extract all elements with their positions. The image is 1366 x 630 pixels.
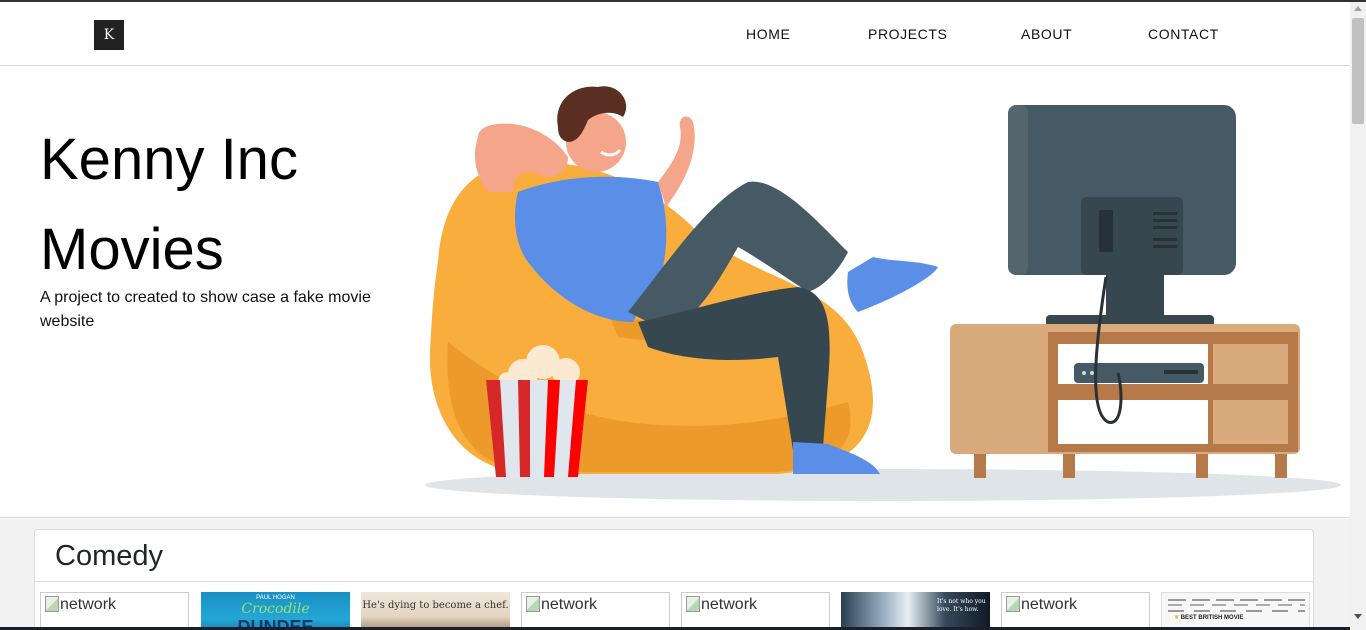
poster-5[interactable]: network [681, 592, 830, 629]
poster-alt-text: network [686, 596, 757, 614]
poster-3[interactable]: He's dying to become a chef. [361, 592, 510, 629]
poster-credits-row [1168, 599, 1305, 601]
navbar: K HOME PROJECTS ABOUT CONTACT [0, 2, 1350, 66]
nav-projects-link[interactable]: PROJECTS [868, 26, 947, 42]
hero-subtitle: A project to created to show case a fake… [40, 289, 371, 330]
scroll-up-arrow-icon[interactable] [1354, 6, 1362, 11]
laurel-icon: ❦ [1174, 615, 1180, 621]
page-scrollbar[interactable] [1350, 2, 1366, 630]
broken-image-icon [686, 596, 700, 612]
broken-image-icon [526, 596, 540, 612]
nav-about-link[interactable]: ABOUT [1021, 26, 1072, 42]
hero-section: Kenny Inc Movies A project to created to… [0, 67, 1350, 518]
poster-tagline: ❦ BEST BRITISH MOVIE [1174, 615, 1244, 621]
poster-tagline: It's not who you love. It's how. [937, 598, 986, 613]
hero-title-line-2: Movies [40, 217, 224, 282]
card-divider [35, 581, 1313, 582]
hero-title-line-1: Kenny Inc [40, 127, 298, 192]
poster-4[interactable]: network [521, 592, 670, 629]
hero-title: Kenny Inc Movies [40, 115, 298, 295]
scroll-thumb[interactable] [1352, 18, 1364, 124]
poster-6[interactable]: It's not who you love. It's how. [841, 592, 990, 629]
person-shoe-top [847, 257, 938, 312]
poster-title-script: Crocodile [241, 601, 310, 617]
poster-alt-text: network [1006, 596, 1077, 614]
broken-image-icon [1006, 596, 1020, 612]
poster-8[interactable]: ❦ BEST BRITISH MOVIE [1161, 592, 1310, 629]
poster-1[interactable]: network [40, 592, 189, 629]
comedy-card: Comedy network PAUL HOGAN Crocodile DUND… [34, 529, 1314, 630]
brand-logo[interactable]: K [94, 20, 124, 50]
poster-7[interactable]: network [1001, 592, 1150, 629]
poster-alt-text: network [45, 596, 116, 614]
poster-credits-row [1168, 604, 1305, 606]
hero-illustration [425, 86, 1341, 501]
poster-tagline: He's dying to become a chef. [362, 600, 509, 611]
poster-credits-row [1168, 610, 1305, 612]
tv-set [1008, 105, 1236, 327]
scroll-down-arrow-icon[interactable] [1354, 614, 1362, 619]
nav-home-link[interactable]: HOME [746, 26, 790, 42]
person-arm-right [658, 116, 695, 207]
poster-alt-text: network [526, 596, 597, 614]
broken-image-icon [45, 596, 59, 612]
section-title: Comedy [55, 540, 163, 572]
nav-contact-link[interactable]: CONTACT [1148, 26, 1219, 42]
poster-2[interactable]: PAUL HOGAN Crocodile DUNDEE [201, 592, 350, 629]
